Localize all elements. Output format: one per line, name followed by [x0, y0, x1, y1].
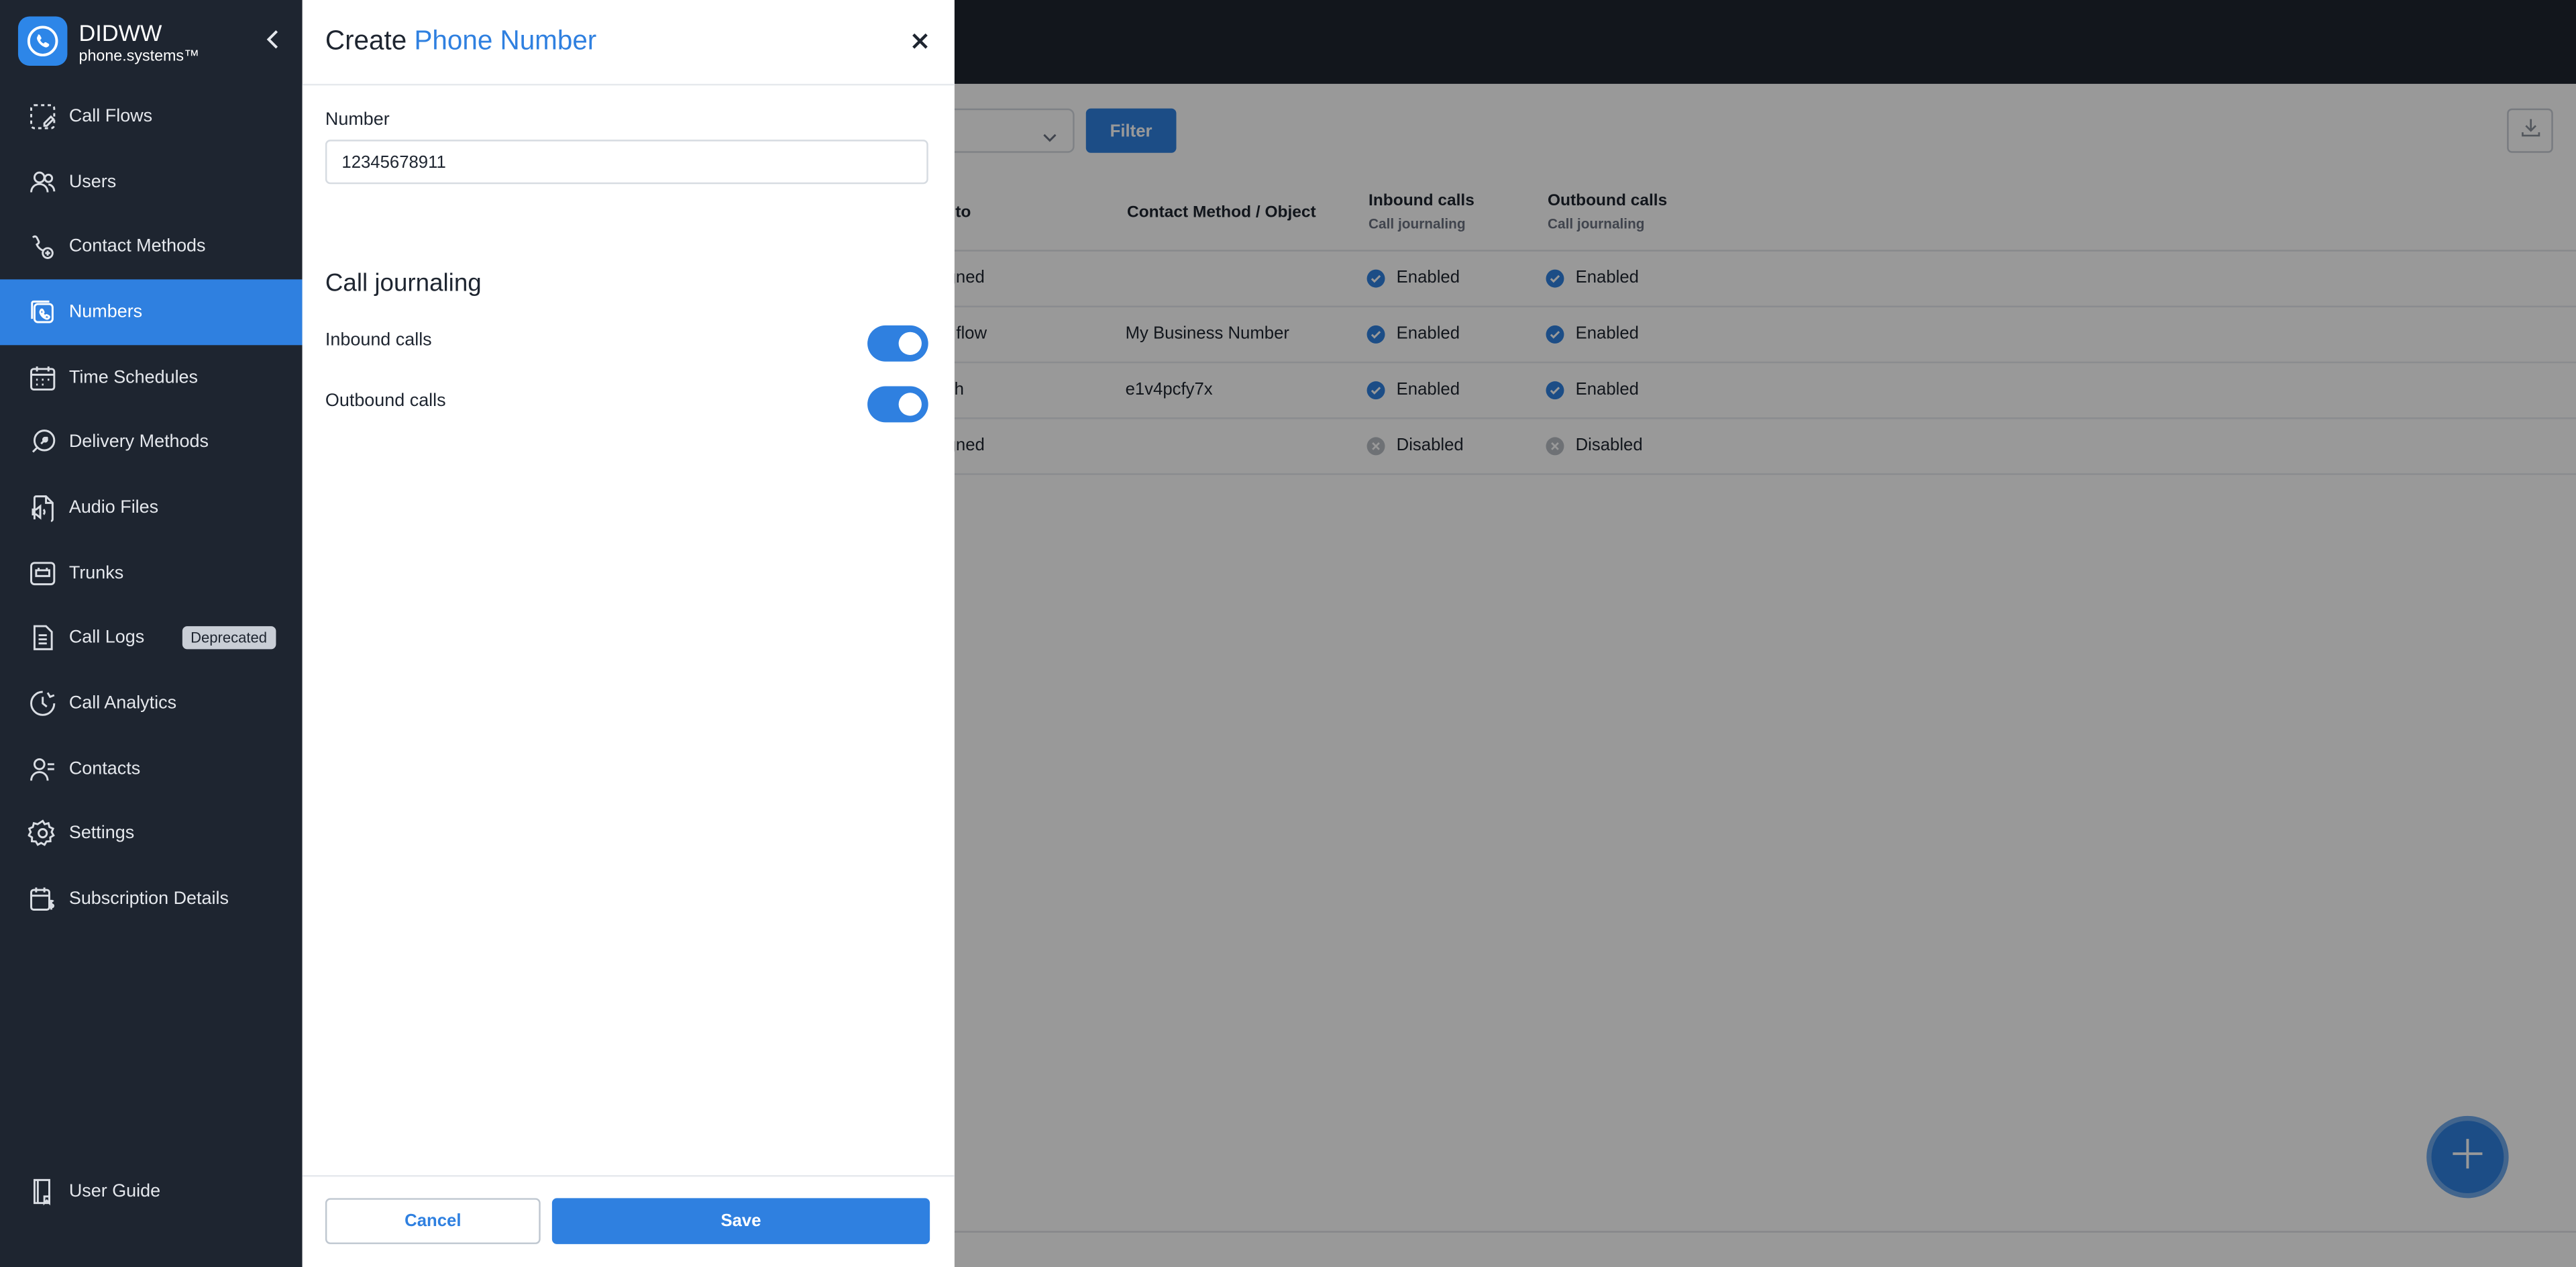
- calendar-icon: [26, 361, 59, 394]
- sidebar-item-audio-files[interactable]: Audio Files: [0, 475, 303, 540]
- sidebar-item-call-analytics[interactable]: Call Analytics: [0, 671, 303, 736]
- dialog-header-divider: [302, 83, 955, 86]
- sidebar-item-label: Delivery Methods: [68, 432, 209, 453]
- create-phone-number-dialog: Create Phone Number Number Call journali…: [302, 0, 955, 1267]
- analytics-icon: [26, 687, 59, 720]
- sidebar-item-label: Audio Files: [68, 497, 159, 518]
- sidebar-item-label: Call Flows: [68, 106, 153, 127]
- outbound-calls-label: Outbound calls: [325, 391, 446, 411]
- collapse-sidebar-icon[interactable]: [263, 28, 282, 51]
- sidebar-item-numbers[interactable]: Numbers: [0, 279, 303, 345]
- sidebar-item-time-schedules[interactable]: Time Schedules: [0, 345, 303, 410]
- sidebar-item-contact-methods[interactable]: Contact Methods: [0, 214, 303, 279]
- sidebar-item-subscription-details[interactable]: Subscription Details: [0, 866, 303, 931]
- sidebar-item-label: Contact Methods: [68, 237, 206, 257]
- sidebar-item-label: User Guide: [68, 1181, 161, 1201]
- outbound-calls-toggle[interactable]: [867, 386, 928, 423]
- document-icon: [26, 622, 59, 655]
- sidebar-item-label: Contacts: [68, 758, 141, 779]
- call-journaling-heading: Call journaling: [325, 269, 482, 298]
- audio-file-icon: [26, 491, 59, 524]
- inbound-calls-toggle[interactable]: [867, 325, 928, 362]
- close-icon[interactable]: [908, 30, 931, 52]
- sidebar-item-label: Numbers: [68, 302, 143, 322]
- save-button[interactable]: Save: [551, 1198, 930, 1244]
- sidebar-item-users[interactable]: Users: [0, 149, 303, 214]
- call-flows-icon: [26, 100, 59, 133]
- sidebar-item-settings[interactable]: Settings: [0, 801, 303, 866]
- sidebar-item-delivery-methods[interactable]: Delivery Methods: [0, 410, 303, 475]
- contacts-icon: [26, 752, 59, 785]
- sidebar-item-label: Call Logs: [68, 628, 145, 648]
- subscription-icon: [26, 882, 59, 915]
- sidebar-item-label: Time Schedules: [68, 367, 199, 387]
- contact-methods-icon: [26, 230, 59, 263]
- dialog-footer-divider: [302, 1175, 955, 1177]
- brand-subtitle: phone.systems™: [78, 48, 200, 66]
- toggle-knob: [898, 393, 922, 416]
- deprecated-badge: Deprecated: [182, 625, 276, 649]
- sidebar-item-call-logs[interactable]: Call Logs Deprecated: [0, 605, 303, 670]
- sidebar-item-label: Users: [68, 171, 117, 192]
- phone-logo-icon: [17, 16, 68, 66]
- rocket-icon: [26, 426, 59, 459]
- inbound-calls-label: Inbound calls: [325, 330, 432, 350]
- trunk-icon: [26, 556, 59, 589]
- toggle-knob: [898, 332, 922, 355]
- sidebar-nav: Call Flows Users Contact Methods Numbers…: [0, 84, 303, 932]
- dialog-title-accent: Phone Number: [414, 26, 597, 56]
- users-icon: [26, 165, 59, 198]
- sidebar-item-label: Trunks: [68, 563, 124, 583]
- sidebar: DIDWW phone.systems™ Call Flows Users Co…: [0, 0, 303, 1267]
- sidebar-footer: User Guide: [0, 1159, 303, 1224]
- sidebar-item-call-flows[interactable]: Call Flows: [0, 84, 303, 149]
- sidebar-item-label: Call Analytics: [68, 693, 177, 713]
- number-label: Number: [325, 110, 390, 130]
- numbers-icon: [26, 296, 59, 329]
- cancel-button[interactable]: Cancel: [325, 1198, 541, 1244]
- brand-name: DIDWW: [78, 19, 162, 46]
- sidebar-item-contacts[interactable]: Contacts: [0, 736, 303, 801]
- app-window: DIDWW phone.systems™ Call Flows Users Co…: [0, 0, 2576, 1267]
- sidebar-item-user-guide[interactable]: User Guide: [0, 1159, 303, 1224]
- sidebar-item-trunks[interactable]: Trunks: [0, 540, 303, 605]
- dialog-title-prefix: Create: [325, 26, 407, 56]
- gear-icon: [26, 817, 59, 850]
- sidebar-item-label: Settings: [68, 823, 135, 844]
- guide-icon: [26, 1175, 59, 1208]
- brand: DIDWW phone.systems™: [17, 16, 289, 68]
- number-input[interactable]: [325, 140, 928, 185]
- dialog-title: Create Phone Number: [325, 26, 596, 58]
- sidebar-item-label: Subscription Details: [68, 889, 229, 909]
